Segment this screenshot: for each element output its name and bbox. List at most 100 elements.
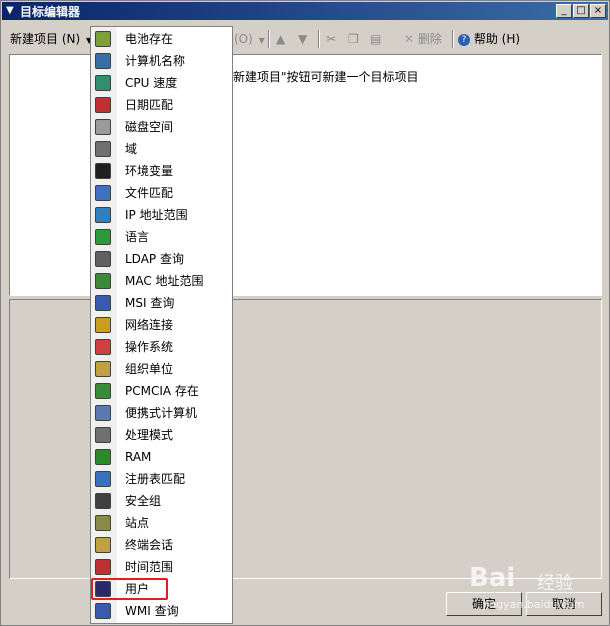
menu-item-label: 便携式计算机 bbox=[125, 406, 198, 420]
menu-item-ou[interactable]: 组织单位 bbox=[91, 358, 232, 380]
menu-item-env-var[interactable]: 环境变量 bbox=[91, 160, 232, 182]
copy-icon[interactable]: ❐ bbox=[348, 29, 359, 49]
menu-item-label: 域 bbox=[125, 142, 138, 156]
menu-item-disk[interactable]: 磁盘空间 bbox=[91, 116, 232, 138]
highlight-box bbox=[91, 578, 168, 600]
menu-item-terminal-session[interactable]: 终端会话 bbox=[91, 534, 232, 556]
ip-range-icon bbox=[95, 207, 111, 223]
globe-icon bbox=[95, 229, 111, 245]
window-menu-icon[interactable]: ▼ bbox=[6, 5, 14, 16]
menu-item-security-group[interactable]: 安全组 bbox=[91, 490, 232, 512]
hint-text: 新建项目"按钮可新建一个目标项目 bbox=[233, 70, 419, 84]
ldap-icon bbox=[95, 251, 111, 267]
menu-item-user[interactable]: 用户 bbox=[91, 578, 232, 600]
menu-item-label: 时间范围 bbox=[125, 560, 174, 574]
terminal-session-icon bbox=[95, 537, 111, 553]
new-item-dropdown-menu: 电池存在计算机名称 CPU 速度 日期匹配磁盘空间域环境变量文件匹配 IP 地址范围语… bbox=[90, 26, 233, 624]
menu-item-label: 日期匹配 bbox=[125, 98, 174, 112]
menu-item-label: MAC 地址范围 bbox=[125, 274, 204, 288]
menu-item-label: LDAP 查询 bbox=[125, 252, 184, 266]
menu-item-label: 环境变量 bbox=[125, 164, 174, 178]
close-button[interactable]: × bbox=[590, 4, 606, 18]
delete-button[interactable]: ✕ 删除 bbox=[404, 29, 442, 49]
move-down-icon[interactable]: ▼ bbox=[298, 29, 307, 49]
menu-item-label: MSI 查询 bbox=[125, 296, 175, 310]
menu-item-label: 终端会话 bbox=[125, 538, 174, 552]
env-var-icon bbox=[95, 163, 111, 179]
paste-icon[interactable]: ▤ bbox=[370, 29, 381, 49]
watermark-brand-cn: 经验 bbox=[537, 573, 573, 594]
cpu-icon bbox=[95, 75, 111, 91]
clock-icon bbox=[95, 559, 111, 575]
watermark-brand: Bai bbox=[469, 563, 516, 593]
os-icon bbox=[95, 339, 111, 355]
menu-item-label: CPU 速度 bbox=[125, 76, 178, 90]
menu-item-label: RAM bbox=[125, 450, 152, 464]
menu-item-label: 网络连接 bbox=[125, 318, 174, 332]
menu-item-calendar[interactable]: 日期匹配 bbox=[91, 94, 232, 116]
menu-item-msi[interactable]: MSI 查询 bbox=[91, 292, 232, 314]
hidden-menu-suffix: (O) bbox=[234, 32, 253, 46]
menu-item-label: 处理模式 bbox=[125, 428, 174, 442]
maximize-button[interactable]: □ bbox=[573, 4, 589, 18]
help-icon: ? bbox=[458, 33, 470, 46]
watermark-url: jingyan.baidu.com bbox=[483, 598, 585, 611]
minimize-button[interactable]: _ bbox=[556, 4, 572, 18]
battery-icon bbox=[95, 31, 111, 47]
menu-item-file-match[interactable]: 文件匹配 bbox=[91, 182, 232, 204]
menu-item-label: 安全组 bbox=[125, 494, 162, 508]
menu-item-label: 语言 bbox=[125, 230, 150, 244]
ram-icon bbox=[95, 449, 111, 465]
menu-item-computer[interactable]: 计算机名称 bbox=[91, 50, 232, 72]
menu-item-label: 组织单位 bbox=[125, 362, 174, 376]
domain-icon bbox=[95, 141, 111, 157]
menu-item-label: 注册表匹配 bbox=[125, 472, 186, 486]
new-item-label: 新建项目 (N) bbox=[10, 32, 81, 46]
menu-item-network-connection[interactable]: 网络连接 bbox=[91, 314, 232, 336]
delete-icon: ✕ bbox=[404, 32, 415, 46]
wmi-icon bbox=[95, 603, 111, 619]
menu-item-domain[interactable]: 域 bbox=[91, 138, 232, 160]
processing-mode-icon bbox=[95, 427, 111, 443]
delete-label: 删除 bbox=[417, 32, 442, 46]
menu-item-laptop[interactable]: 便携式计算机 bbox=[91, 402, 232, 424]
security-group-icon bbox=[95, 493, 111, 509]
menu-item-registry[interactable]: 注册表匹配 bbox=[91, 468, 232, 490]
help-button[interactable]: ? 帮助 (H) bbox=[458, 29, 520, 49]
move-up-icon[interactable]: ▲ bbox=[276, 29, 285, 49]
title-bar: ▼ 目标编辑器 _ □ × bbox=[2, 2, 608, 20]
menu-item-label: 计算机名称 bbox=[125, 54, 186, 68]
cut-icon[interactable]: ✂ bbox=[326, 29, 336, 49]
menu-item-cpu[interactable]: CPU 速度 bbox=[91, 72, 232, 94]
menu-item-globe[interactable]: 语言 bbox=[91, 226, 232, 248]
pcmcia-icon bbox=[95, 383, 111, 399]
menu-item-label: PCMCIA 存在 bbox=[125, 384, 199, 398]
menu-item-label: 操作系统 bbox=[125, 340, 174, 354]
menu-item-processing-mode[interactable]: 处理模式 bbox=[91, 424, 232, 446]
menu-item-pcmcia[interactable]: PCMCIA 存在 bbox=[91, 380, 232, 402]
toolbar-separator bbox=[268, 30, 270, 48]
msi-icon bbox=[95, 295, 111, 311]
registry-icon bbox=[95, 471, 111, 487]
menu-item-clock[interactable]: 时间范围 bbox=[91, 556, 232, 578]
menu-item-battery[interactable]: 电池存在 bbox=[91, 28, 232, 50]
window-title: 目标编辑器 bbox=[20, 5, 81, 19]
menu-item-wmi[interactable]: WMI 查询 bbox=[91, 600, 232, 622]
laptop-icon bbox=[95, 405, 111, 421]
menu-item-label: 电池存在 bbox=[125, 32, 174, 46]
help-label: 帮助 (H) bbox=[473, 32, 521, 46]
menu-item-network-card[interactable]: MAC 地址范围 bbox=[91, 270, 232, 292]
menu-item-ip-range[interactable]: IP 地址范围 bbox=[91, 204, 232, 226]
menu-item-label: IP 地址范围 bbox=[125, 208, 188, 222]
network-connection-icon bbox=[95, 317, 111, 333]
hidden-menu-button[interactable]: (O) ▼ bbox=[234, 29, 265, 49]
site-icon bbox=[95, 515, 111, 531]
ou-icon bbox=[95, 361, 111, 377]
menu-item-ldap[interactable]: LDAP 查询 bbox=[91, 248, 232, 270]
menu-item-label: 文件匹配 bbox=[125, 186, 174, 200]
menu-item-site[interactable]: 站点 bbox=[91, 512, 232, 534]
menu-item-os[interactable]: 操作系统 bbox=[91, 336, 232, 358]
file-match-icon bbox=[95, 185, 111, 201]
new-item-menu-button[interactable]: 新建项目 (N) ▼ bbox=[10, 29, 92, 49]
menu-item-ram[interactable]: RAM bbox=[91, 446, 232, 468]
